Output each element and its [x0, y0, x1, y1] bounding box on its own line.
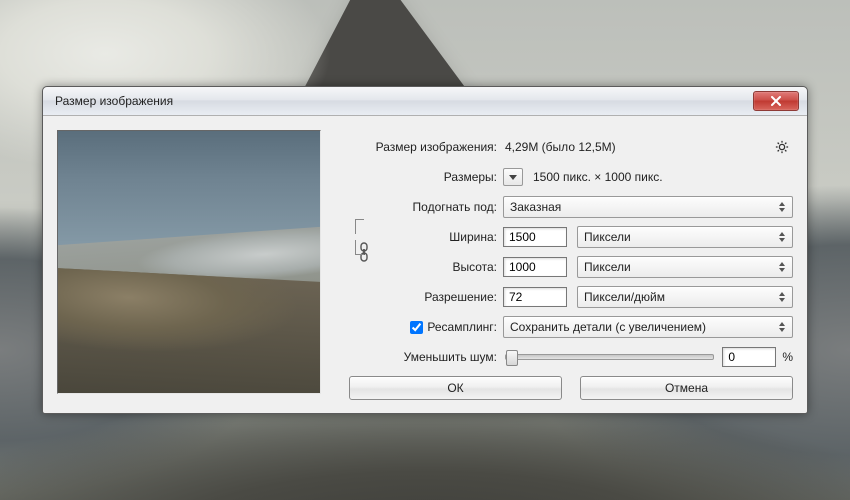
dialog-title: Размер изображения [55, 94, 753, 108]
dimensions-label: Размеры: [349, 170, 503, 184]
resolution-unit-value: Пиксели/дюйм [584, 290, 665, 304]
image-size-dialog: Размер изображения Размер изображения: 4… [42, 86, 808, 414]
resample-label: Ресамплинг: [427, 320, 497, 334]
dimensions-value: 1500 пикс. × 1000 пикс. [531, 170, 663, 184]
width-label: Ширина: [379, 230, 503, 244]
reduce-noise-input[interactable] [722, 347, 776, 367]
ok-button[interactable]: ОК [349, 376, 562, 400]
reduce-noise-slider[interactable] [505, 354, 714, 360]
reduce-noise-label: Уменьшить шум: [349, 350, 503, 364]
dialog-titlebar[interactable]: Размер изображения [43, 87, 807, 116]
close-button[interactable] [753, 91, 799, 111]
cancel-button-label: Отмена [665, 381, 708, 395]
height-unit-select[interactable]: Пиксели [577, 256, 793, 278]
ok-button-label: ОК [447, 381, 463, 395]
cancel-button[interactable]: Отмена [580, 376, 793, 400]
height-input[interactable] [503, 257, 567, 277]
gear-icon [775, 140, 789, 154]
image-size-label: Размер изображения: [349, 140, 503, 154]
percent-suffix: % [782, 350, 793, 364]
width-unit-select[interactable]: Пиксели [577, 226, 793, 248]
fit-to-select[interactable]: Заказная [503, 196, 793, 218]
image-size-value: 4,29M (было 12,5M) [503, 140, 616, 154]
slider-thumb[interactable] [506, 350, 518, 366]
image-size-form: Размер изображения: 4,29M (было 12,5M) [321, 126, 793, 401]
close-icon [771, 96, 781, 106]
width-input[interactable] [503, 227, 567, 247]
resolution-input[interactable] [503, 287, 567, 307]
width-unit-value: Пиксели [584, 230, 631, 244]
image-preview[interactable] [57, 130, 321, 394]
dialog-body: Размер изображения: 4,29M (было 12,5M) [43, 116, 807, 413]
fit-to-value: Заказная [510, 200, 561, 214]
height-unit-value: Пиксели [584, 260, 631, 274]
dimensions-unit-toggle[interactable] [503, 168, 523, 186]
resample-method-value: Сохранить детали (с увеличением) [510, 320, 706, 334]
height-label: Высота: [379, 260, 503, 274]
fit-to-label: Подогнать под: [349, 200, 503, 214]
resolution-unit-select[interactable]: Пиксели/дюйм [577, 286, 793, 308]
settings-button[interactable] [771, 136, 793, 158]
resample-method-select[interactable]: Сохранить детали (с увеличением) [503, 316, 793, 338]
chevron-down-icon [509, 173, 517, 181]
resolution-label: Разрешение: [349, 290, 503, 304]
resample-checkbox[interactable] [410, 321, 423, 334]
